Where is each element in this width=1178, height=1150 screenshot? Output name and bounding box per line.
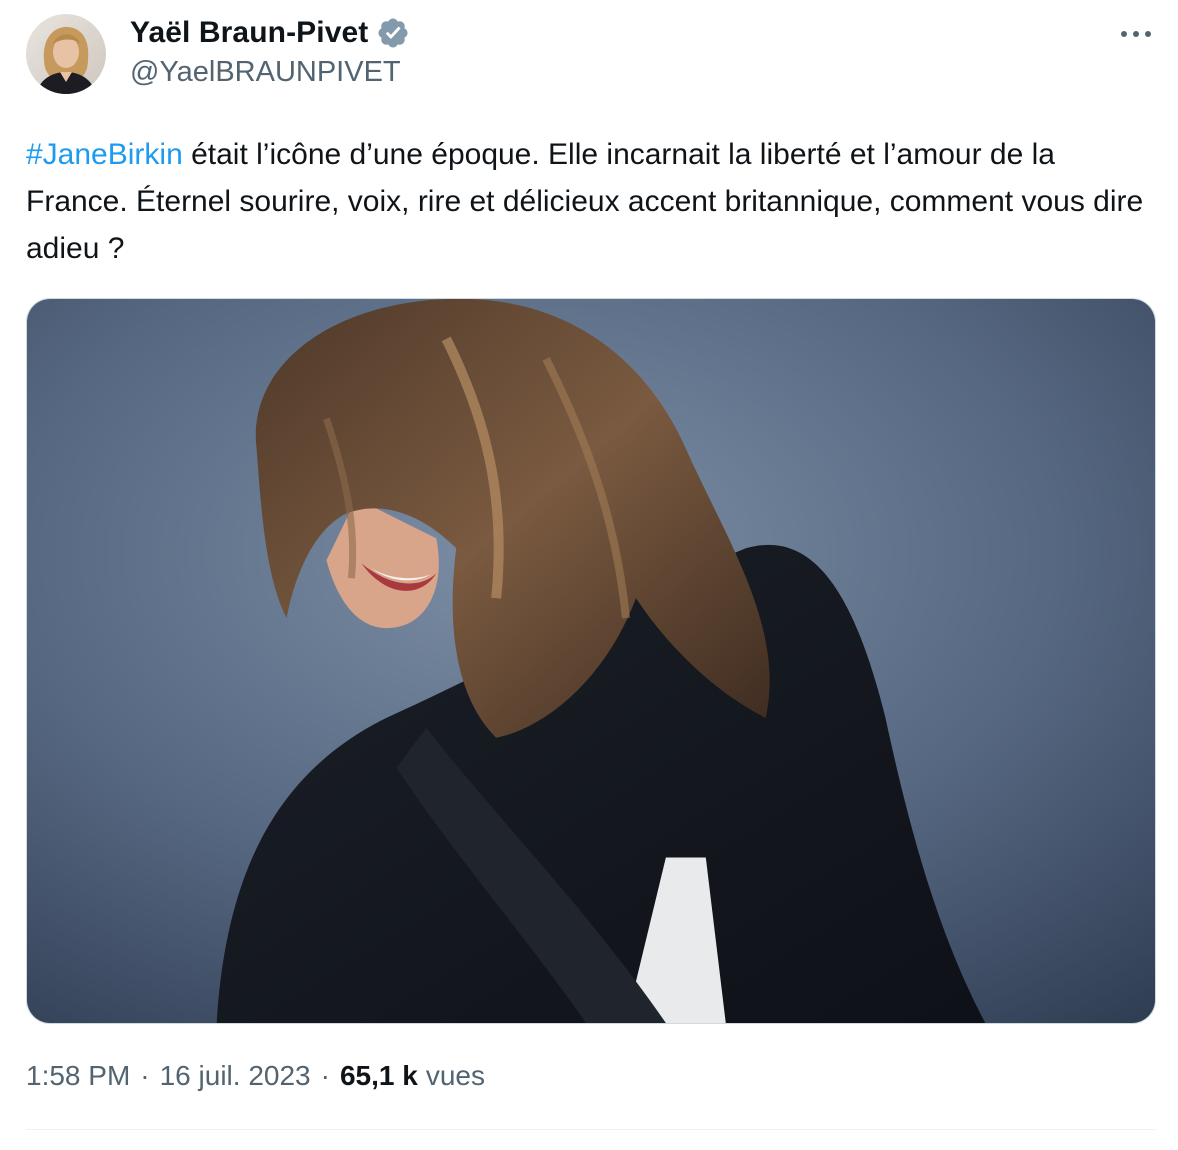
verified-badge-icon (378, 18, 408, 48)
author-name-row: Yaël Braun-Pivet (130, 16, 410, 50)
photo-image-icon (27, 299, 1155, 1023)
author-display-name[interactable]: Yaël Braun-Pivet (130, 16, 368, 50)
author-handle[interactable]: @YaelBRAUNPIVET (130, 56, 401, 89)
avatar[interactable] (26, 14, 106, 94)
more-options-button[interactable] (1116, 22, 1156, 46)
tweet-body: était l’icône d’une époque. Elle incarna… (26, 138, 1144, 265)
tweet-photo[interactable] (26, 298, 1156, 1024)
tweet-text: #JaneBirkin était l’icône d’une époque. … (26, 131, 1156, 272)
meta-separator: · (140, 1060, 150, 1091)
divider (26, 1129, 1156, 1130)
tweet-timestamp[interactable]: 1:58 PM (26, 1060, 130, 1092)
meta-separator: · (320, 1060, 330, 1091)
more-horizontal-icon (1121, 31, 1151, 37)
tweet-card: Yaël Braun-Pivet @YaelBRAUNPIVET #JaneBi… (0, 0, 1178, 1150)
views-label: vues (425, 1060, 485, 1091)
hashtag-link[interactable]: #JaneBirkin (26, 138, 183, 171)
tweet-meta: 1:58 PM · 16 juil. 2023 · 65,1 k vues (26, 1060, 485, 1092)
tweet-date[interactable]: 16 juil. 2023 (160, 1060, 311, 1092)
avatar-photo (26, 14, 106, 94)
views-count: 65,1 k (339, 1060, 418, 1091)
